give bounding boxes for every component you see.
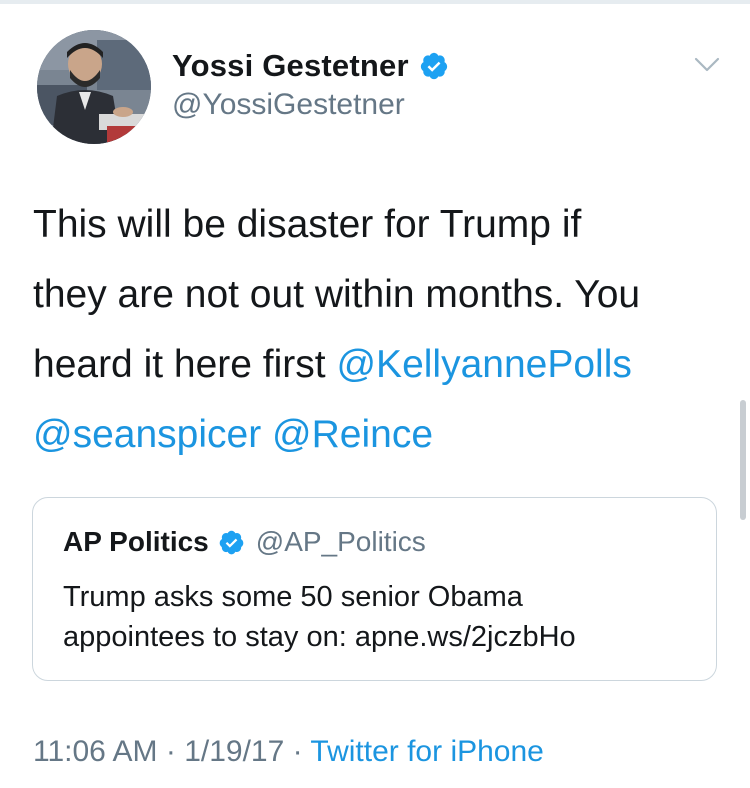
quoted-text-line: appointees to stay on: apne.ws/2jczbHo [63,621,576,653]
tweet-text: This will be disaster for Trump if they … [33,190,723,470]
tweet-metadata: 11:06 AM · 1/19/17 · Twitter for iPhone [33,735,544,771]
quoted-text-line: Trump asks some 50 senior Obama [63,581,523,613]
mention-link[interactable]: @seanspicer [33,413,261,456]
mention-link[interactable]: @KellyannePolls [336,343,631,386]
chevron-down-icon[interactable] [694,56,720,74]
metadata-separator: · [284,735,311,768]
author-handle[interactable]: @YossiGestetner [172,88,405,122]
tweet-time: 11:06 AM [33,735,158,768]
author-name-row: Yossi Gestetner [172,46,449,86]
mention-link[interactable]: @Reince [272,413,433,456]
tweet-text-line: This will be disaster for Trump if [33,203,582,246]
tweet-source-link[interactable]: Twitter for iPhone [310,735,543,768]
scroll-indicator[interactable] [740,400,746,520]
quoted-author-handle: @AP_Politics [255,526,426,557]
tweet-text-line: heard it here first @KellyannePolls [33,330,723,400]
quoted-author-name: AP Politics [63,526,209,557]
tweet-date[interactable]: 1/19/17 [184,735,284,768]
tweet-text-line: @seanspicer @Reince [33,400,723,470]
verified-badge-icon [419,51,449,81]
avatar-photo [37,30,151,144]
quoted-tweet-text: Trump asks some 50 senior Obama appointe… [63,577,703,657]
metadata-separator: · [157,735,185,768]
tweet-text-line: they are not out within months. You [33,273,641,316]
top-divider [0,0,750,4]
avatar[interactable] [37,30,151,144]
tweet-text-segment: heard it here first [33,343,337,386]
author-display-name[interactable]: Yossi Gestetner [172,48,409,84]
quoted-tweet-header: AP Politics @AP_Politics [63,523,426,561]
verified-badge-icon [218,529,245,556]
quoted-tweet-card[interactable]: AP Politics @AP_Politics Trump asks some… [32,497,717,681]
